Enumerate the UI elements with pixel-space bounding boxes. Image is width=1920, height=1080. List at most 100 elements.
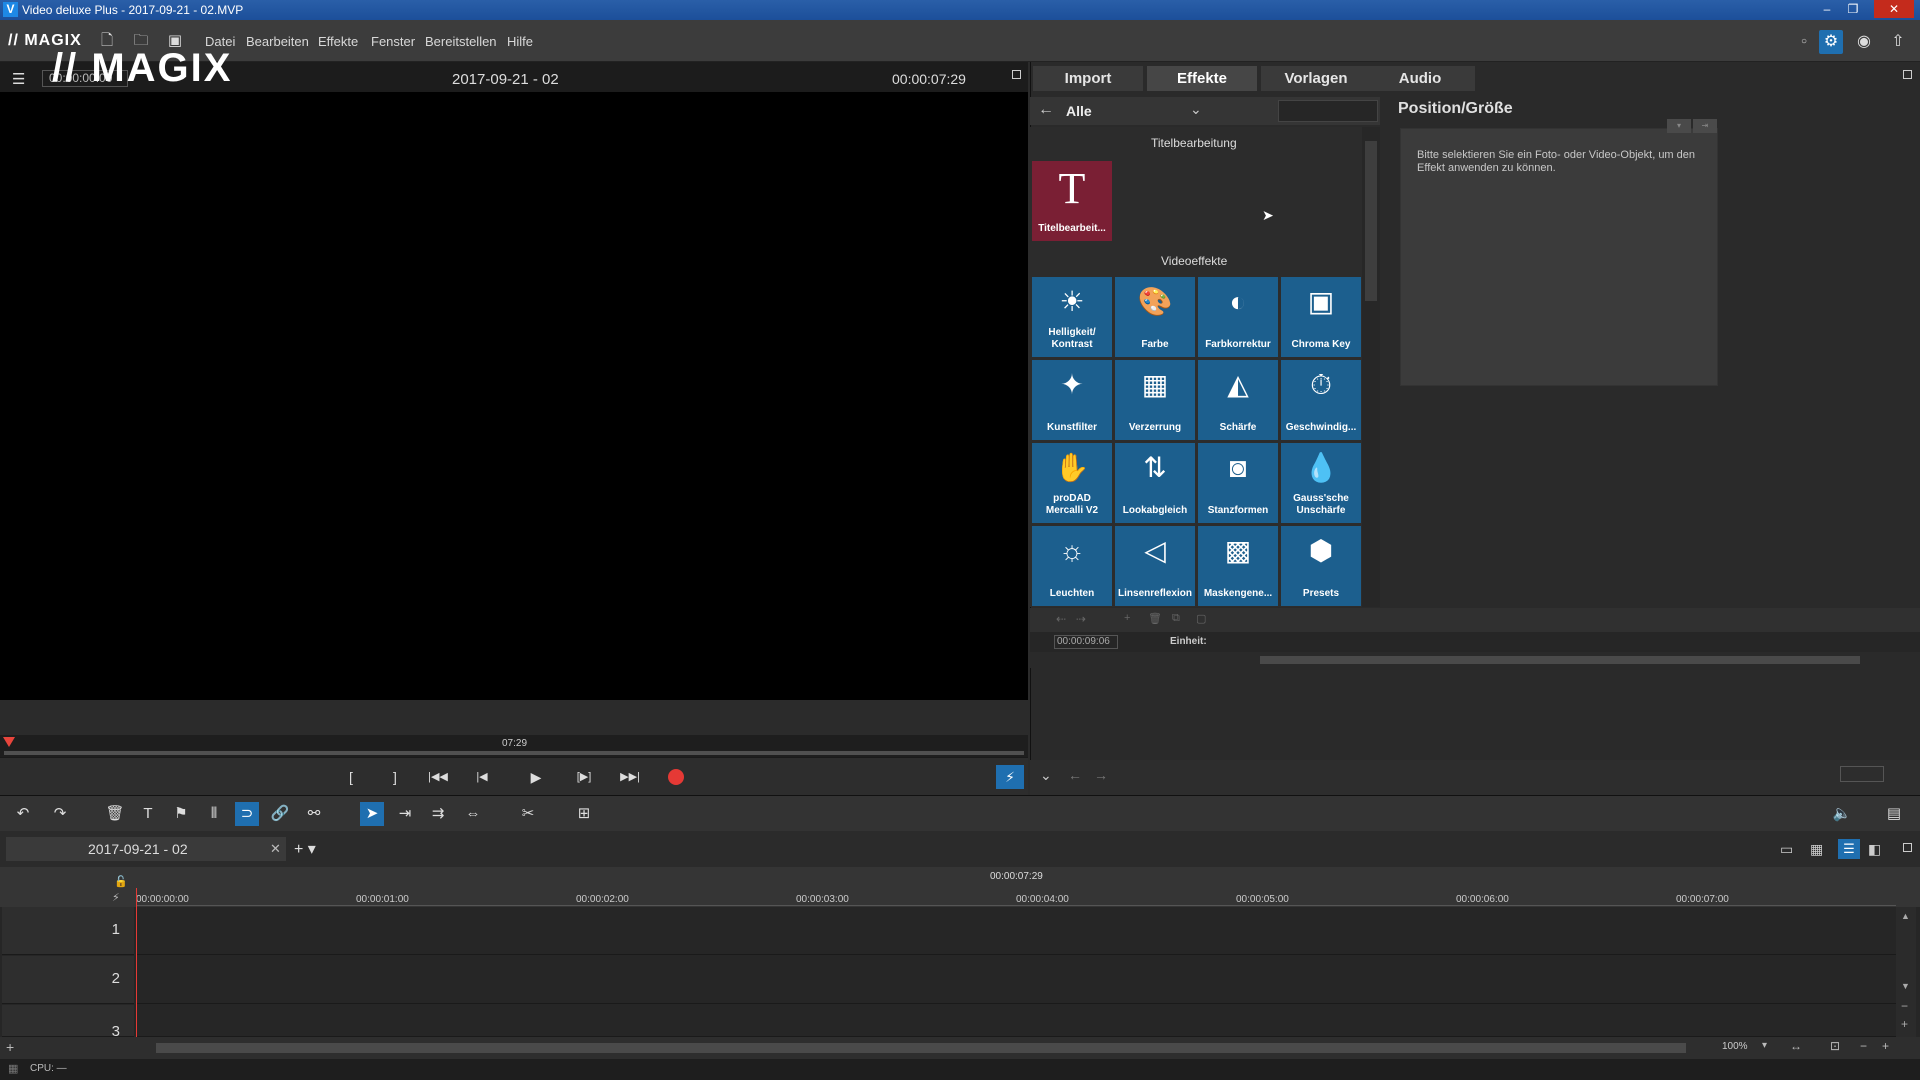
back-arrow-icon[interactable]: ← bbox=[1038, 101, 1054, 119]
effect-tile[interactable]: ▦ Verzerrung bbox=[1115, 360, 1195, 440]
effects-scroll-thumb[interactable] bbox=[1365, 141, 1377, 301]
play-button[interactable]: ▶ bbox=[524, 767, 548, 787]
hamburger-menu-icon[interactable]: ☰ bbox=[12, 70, 25, 88]
timeline-vertical-scrollbar[interactable]: ▲ ▼ − + bbox=[1896, 907, 1916, 1037]
track-zoom-out-icon[interactable]: − bbox=[1901, 999, 1908, 1013]
effect-tile[interactable]: ☀ Helligkeit/ Kontrast bbox=[1032, 277, 1112, 357]
effect-tile[interactable]: ▩ Maskengene... bbox=[1198, 526, 1278, 606]
effect-tile-title[interactable]: T Titelbearbeit... bbox=[1032, 161, 1112, 241]
timeline-horizontal-scrollbar[interactable]: + 100% ▾ ↔ ⊡ − + bbox=[0, 1037, 1920, 1059]
mark-in-button[interactable]: [ bbox=[339, 767, 363, 787]
restore-button[interactable]: ❐ bbox=[1840, 0, 1866, 18]
insert-mode-icon[interactable]: ⊞ bbox=[572, 802, 596, 826]
view-single-icon[interactable]: ▭ bbox=[1780, 841, 1793, 858]
keyframe-prev-icon[interactable]: ⇠ bbox=[1056, 612, 1066, 626]
unlink-icon[interactable]: ⚯ bbox=[302, 802, 326, 826]
panel-maximize-icon[interactable] bbox=[1903, 70, 1912, 79]
timeline-project-tab[interactable]: 2017-09-21 - 02 bbox=[6, 837, 286, 861]
menu-bereitstellen[interactable]: Bereitstellen bbox=[425, 34, 497, 49]
track-lane-1[interactable] bbox=[136, 907, 1896, 955]
fit-width-icon[interactable]: ↔ bbox=[1790, 1039, 1802, 1053]
effects-scrollbar[interactable] bbox=[1362, 127, 1380, 607]
effect-tile[interactable]: ◭ Schärfe bbox=[1198, 360, 1278, 440]
preview-maximize-icon[interactable] bbox=[1012, 70, 1021, 79]
zoom-dropdown-icon[interactable]: ▾ bbox=[1762, 1040, 1767, 1051]
track-header-1[interactable]: 1 bbox=[2, 907, 134, 955]
workspace-icon[interactable]: ⚙ bbox=[1819, 30, 1843, 54]
scroll-down-icon[interactable]: ▼ bbox=[1901, 981, 1910, 991]
tab-effekte[interactable]: Effekte bbox=[1147, 66, 1257, 91]
fit-project-icon[interactable]: ⊡ bbox=[1830, 1039, 1840, 1053]
lightning-icon[interactable]: ⚡ bbox=[996, 765, 1024, 789]
timeline-scroll-thumb[interactable] bbox=[156, 1043, 1686, 1053]
split-icon[interactable]: ⫴ bbox=[202, 802, 226, 826]
track-zoom-in-icon[interactable]: + bbox=[1901, 1017, 1908, 1031]
scroll-up-icon[interactable]: ▲ bbox=[1901, 911, 1910, 921]
close-button[interactable]: ✕ bbox=[1874, 0, 1914, 18]
previous-frame-button[interactable]: |◀ bbox=[470, 767, 494, 787]
scrub-track[interactable] bbox=[4, 751, 1024, 755]
mark-out-button[interactable]: ] bbox=[383, 767, 407, 787]
jump-start-button[interactable]: |◀◀ bbox=[426, 767, 450, 787]
tab-import[interactable]: Import bbox=[1033, 66, 1143, 91]
add-track-icon[interactable]: + bbox=[6, 1039, 14, 1055]
effect-tile[interactable]: ◐ Farbkorrektur bbox=[1198, 277, 1278, 357]
search-input[interactable] bbox=[1278, 100, 1378, 122]
effect-tile[interactable]: ☼ Leuchten bbox=[1032, 526, 1112, 606]
lock-icon[interactable]: 🔓 bbox=[114, 875, 128, 888]
keyframe-copy-icon[interactable]: ⧉ bbox=[1172, 612, 1180, 625]
panel-slot[interactable] bbox=[1840, 766, 1884, 782]
text-icon[interactable]: T bbox=[136, 802, 160, 826]
tab-vorlagen[interactable]: Vorlagen bbox=[1261, 66, 1371, 91]
track-header-3[interactable]: 3 bbox=[2, 1005, 134, 1037]
loop-icon[interactable]: ⊃ bbox=[235, 802, 259, 826]
view-multicam-icon[interactable]: ◧ bbox=[1868, 841, 1881, 858]
view-storyboard-icon[interactable]: ▦ bbox=[1810, 841, 1823, 858]
keyframe-next-icon[interactable]: ⇢ bbox=[1076, 612, 1086, 626]
effect-tile[interactable]: 🎨 Farbe bbox=[1115, 277, 1195, 357]
effect-tile[interactable]: ▣ Chroma Key bbox=[1281, 277, 1361, 357]
play-range-button[interactable]: [▶] bbox=[572, 767, 596, 787]
link-icon[interactable]: 🔗 bbox=[268, 802, 292, 826]
multi-select-icon[interactable]: ⇉ bbox=[426, 802, 450, 826]
volume-icon[interactable]: 🔈 bbox=[1830, 802, 1854, 826]
menu-bearbeiten[interactable]: Bearbeiten bbox=[246, 34, 309, 49]
keyframe-delete-icon[interactable]: 🗑 bbox=[1148, 612, 1162, 625]
minimize-button[interactable]: – bbox=[1814, 0, 1840, 18]
keyframe-scroll-thumb[interactable] bbox=[1260, 656, 1860, 664]
mixer-icon[interactable]: ▤ bbox=[1882, 802, 1906, 826]
chevron-down-icon[interactable]: ⌄ bbox=[1190, 101, 1202, 118]
menu-hilfe[interactable]: Hilfe bbox=[507, 34, 533, 49]
menu-fenster[interactable]: Fenster bbox=[371, 34, 415, 49]
help-circle-icon[interactable]: ◉ bbox=[1852, 30, 1876, 54]
effect-tile[interactable]: ✦ Kunstfilter bbox=[1032, 360, 1112, 440]
collapse-down-icon[interactable]: ▾ bbox=[1667, 119, 1691, 133]
menu-effekte[interactable]: Effekte bbox=[318, 34, 358, 49]
redo-icon[interactable]: ↷ bbox=[48, 802, 72, 826]
effect-tile[interactable]: ◁ Linsenreflexion bbox=[1115, 526, 1195, 606]
range-select-icon[interactable]: ⇥ bbox=[393, 802, 417, 826]
marker-flag-icon[interactable]: ⚑ bbox=[169, 802, 193, 826]
expand-icon[interactable]: ⇥ bbox=[1693, 119, 1717, 133]
add-tab-icon[interactable]: + ▾ bbox=[294, 839, 316, 859]
timeline-ruler[interactable]: 00:00:07:29 00:00:00:00 00:00:01:00 00:00:… bbox=[0, 867, 1920, 907]
effect-tile[interactable]: 💧 Gauss'sche Unschärfe bbox=[1281, 443, 1361, 523]
view-timeline-icon[interactable]: ☰ bbox=[1838, 839, 1860, 859]
record-button[interactable] bbox=[668, 769, 684, 785]
keyframe-paste-icon[interactable]: ▢ bbox=[1196, 612, 1206, 625]
category-select[interactable]: Alle bbox=[1066, 103, 1092, 119]
track-header-2[interactable]: 2 bbox=[2, 956, 134, 1004]
undo-icon[interactable]: ↶ bbox=[11, 802, 35, 826]
keyframe-add-icon[interactable]: + bbox=[1124, 612, 1130, 624]
delete-icon[interactable]: 🗑 bbox=[103, 802, 127, 826]
track-lane-3[interactable] bbox=[136, 1005, 1896, 1037]
timeline-maximize-icon[interactable] bbox=[1903, 843, 1912, 852]
effect-tile[interactable]: ✋ proDAD Mercalli V2 bbox=[1032, 443, 1112, 523]
cut-scissors-icon[interactable]: ✂ bbox=[516, 802, 540, 826]
playhead[interactable] bbox=[136, 888, 137, 1038]
double-chevron-down-icon[interactable]: ⌄ bbox=[1040, 767, 1052, 784]
pointer-tool-icon[interactable]: ➤ bbox=[360, 802, 384, 826]
effect-tile[interactable]: ⇅ Lookabgleich bbox=[1115, 443, 1195, 523]
jump-end-button[interactable]: ▶▶| bbox=[618, 767, 642, 787]
tab-audio[interactable]: Audio bbox=[1365, 66, 1475, 91]
